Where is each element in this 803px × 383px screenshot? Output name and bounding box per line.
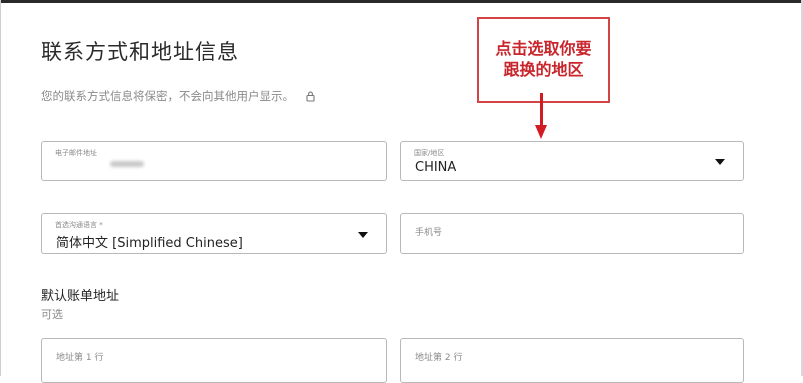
- address-line-2-placeholder: 地址第 2 行: [415, 353, 463, 363]
- billing-section-title: 默认账单地址: [41, 289, 120, 304]
- email-redacted: [110, 161, 144, 167]
- language-value: 简体中文 [Simplified Chinese]: [56, 236, 243, 251]
- chevron-down-icon: [715, 159, 725, 165]
- lock-icon: [306, 91, 315, 105]
- privacy-note-text: 您的联系方式信息将保密，不会向其他用户显示。: [41, 89, 294, 103]
- window-top-border: [0, 0, 803, 3]
- email-label: 电子邮件地址: [55, 149, 97, 157]
- email-field[interactable]: 电子邮件地址: [41, 141, 387, 181]
- chevron-down-icon: [358, 232, 368, 238]
- annotation-callout: 点击选取你要 跟换的地区: [477, 17, 610, 103]
- address-line-1-placeholder: 地址第 1 行: [56, 353, 104, 363]
- language-select[interactable]: 首选沟通语言 * 简体中文 [Simplified Chinese]: [41, 213, 387, 254]
- language-label: 首选沟通语言 *: [55, 221, 103, 229]
- arrow-down-icon: [535, 125, 547, 139]
- annotation-arrow-line: [540, 93, 543, 127]
- address-line-1-field[interactable]: 地址第 1 行: [41, 338, 387, 383]
- billing-optional-note: 可选: [41, 308, 63, 321]
- privacy-note: 您的联系方式信息将保密，不会向其他用户显示。: [41, 88, 315, 105]
- country-label: 国家/地区: [414, 149, 445, 157]
- page-title: 联系方式和地址信息: [41, 40, 239, 64]
- annotation-line-1: 点击选取你要: [495, 39, 592, 58]
- country-select[interactable]: 国家/地区 CHINA: [400, 141, 744, 181]
- left-border: [0, 0, 1, 376]
- country-value: CHINA: [415, 160, 457, 175]
- address-line-2-field[interactable]: 地址第 2 行: [400, 338, 744, 383]
- phone-field[interactable]: 手机号: [400, 213, 744, 254]
- annotation-line-2: 跟换的地区: [503, 60, 584, 79]
- phone-placeholder: 手机号: [415, 228, 443, 238]
